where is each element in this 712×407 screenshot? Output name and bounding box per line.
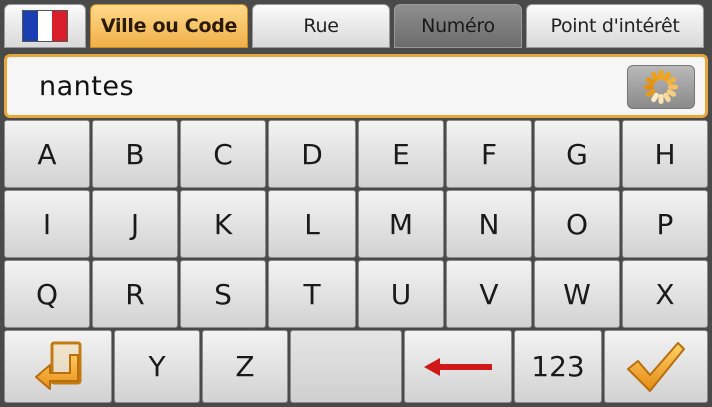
key-b[interactable]: B [92, 120, 178, 188]
key-g[interactable]: G [534, 120, 620, 188]
back-button[interactable] [4, 330, 112, 403]
key-q[interactable]: Q [4, 260, 90, 328]
key-s[interactable]: S [180, 260, 266, 328]
search-input-value: nantes [39, 71, 135, 102]
backspace-arrow-icon [424, 357, 492, 376]
key-i[interactable]: I [4, 190, 90, 258]
tab-street[interactable]: Rue [252, 4, 390, 48]
numeric-keyboard-button[interactable]: 123 [514, 330, 602, 403]
key-v[interactable]: V [446, 260, 532, 328]
key-k[interactable]: K [180, 190, 266, 258]
key-e[interactable]: E [358, 120, 444, 188]
key-u[interactable]: U [358, 260, 444, 328]
tab-point-of-interest[interactable]: Point d'intérêt [526, 4, 704, 48]
backspace-button[interactable] [404, 330, 512, 403]
confirm-button[interactable] [604, 330, 708, 403]
tab-city[interactable]: Ville ou Code [90, 4, 248, 48]
key-blank[interactable] [290, 330, 402, 403]
key-w[interactable]: W [534, 260, 620, 328]
tab-bar: Ville ou Code Rue Numéro Point d'intérêt [4, 4, 708, 50]
france-flag-icon [22, 10, 68, 42]
tab-number[interactable]: Numéro [394, 4, 522, 48]
key-y[interactable]: Y [114, 330, 200, 403]
key-m[interactable]: M [358, 190, 444, 258]
return-arrow-icon [35, 341, 82, 390]
key-d[interactable]: D [268, 120, 356, 188]
search-status-button[interactable] [627, 65, 695, 109]
key-h[interactable]: H [622, 120, 708, 188]
key-r[interactable]: R [92, 260, 178, 328]
key-j[interactable]: J [92, 190, 178, 258]
key-l[interactable]: L [268, 190, 356, 258]
checkmark-icon [627, 341, 685, 392]
search-input[interactable]: nantes [4, 54, 708, 118]
key-o[interactable]: O [534, 190, 620, 258]
key-a[interactable]: A [4, 120, 90, 188]
key-f[interactable]: F [446, 120, 532, 188]
key-t[interactable]: T [268, 260, 356, 328]
country-flag-tab[interactable] [4, 4, 86, 48]
key-c[interactable]: C [180, 120, 266, 188]
address-entry-screen: Ville ou Code Rue Numéro Point d'intérêt… [0, 0, 712, 407]
loading-spinner-icon [644, 70, 678, 104]
key-x[interactable]: X [622, 260, 708, 328]
key-n[interactable]: N [446, 190, 532, 258]
key-p[interactable]: P [622, 190, 708, 258]
key-z[interactable]: Z [202, 330, 288, 403]
